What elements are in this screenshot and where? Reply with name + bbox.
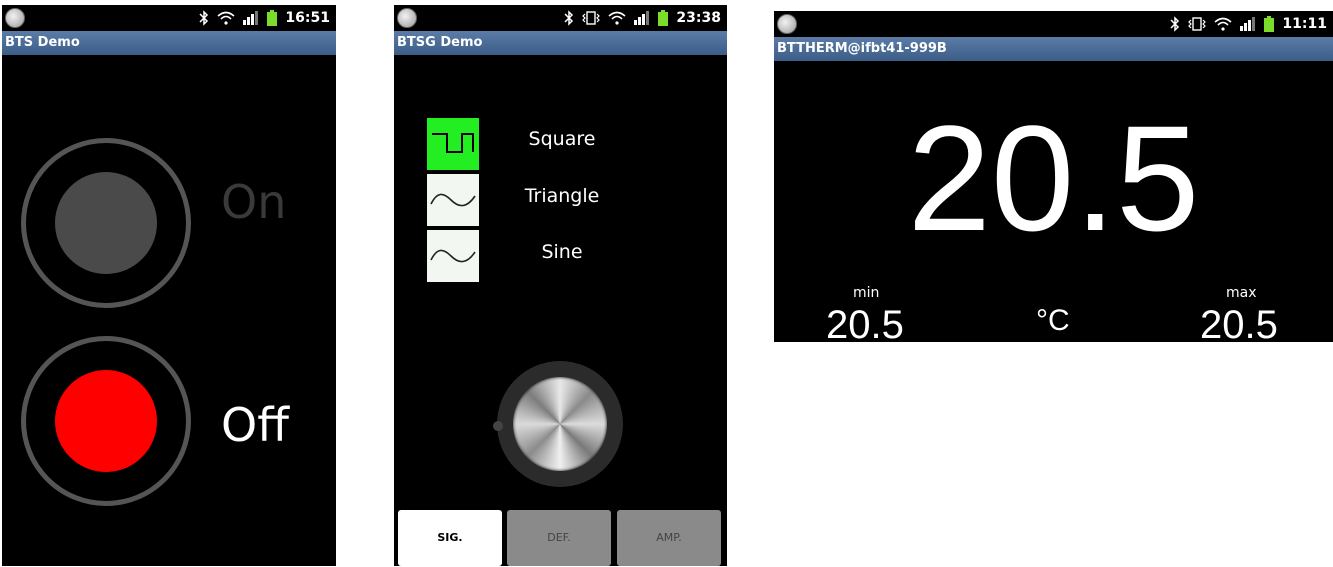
status-bar: 11:11 — [774, 11, 1333, 37]
knob-icon — [513, 377, 607, 471]
tab-sig[interactable]: SIG. — [398, 510, 502, 566]
wifi-icon — [608, 11, 626, 25]
unit-label: °C — [1036, 304, 1070, 337]
wifi-icon — [217, 11, 235, 25]
signal-icon — [1240, 17, 1256, 31]
status-time: 11:11 — [1282, 16, 1327, 32]
sine-label: Sine — [541, 241, 583, 263]
status-bar: 23:38 — [394, 5, 727, 31]
frequency-knob[interactable] — [497, 361, 623, 487]
square-wave-button[interactable] — [427, 118, 479, 170]
notification-icon — [777, 14, 797, 34]
notification-icon — [397, 8, 417, 28]
status-bar: 16:51 — [2, 5, 336, 31]
square-wave-icon — [432, 133, 474, 153]
battery-icon — [267, 10, 278, 26]
toggle-on-label: On — [221, 175, 287, 229]
temperature-reading: 20.5 — [907, 94, 1200, 262]
phone-screen-bts-demo: 16:51 BTS Demo On Off — [2, 5, 336, 566]
bluetooth-icon — [564, 10, 574, 26]
wave-icon — [430, 193, 476, 207]
tab-amp[interactable]: AMP. — [617, 510, 721, 566]
max-value: 20.5 — [1200, 303, 1278, 342]
toggle-off-indicator — [55, 370, 157, 472]
battery-icon — [658, 10, 669, 26]
triangle-wave-button[interactable] — [427, 174, 479, 226]
vibrate-icon — [582, 10, 601, 26]
battery-icon — [1264, 16, 1275, 32]
knob-indicator — [493, 421, 503, 431]
triangle-label: Triangle — [524, 185, 600, 207]
max-label: max — [1226, 285, 1257, 301]
toggle-off-label: Off — [221, 398, 289, 452]
toggle-on-indicator — [55, 172, 157, 274]
phone-screen-btthern: 11:11 BTTHERM@ifbt41-999B 20.5 min 20.5 … — [774, 11, 1333, 342]
tab-def[interactable]: DEF. — [507, 510, 611, 566]
bluetooth-icon — [1170, 16, 1180, 32]
vibrate-icon — [1188, 16, 1207, 32]
min-label: min — [853, 285, 880, 301]
app-title: BTS Demo — [2, 31, 336, 55]
phone-screen-btsg-demo: 23:38 BTSG Demo Square Triangle Sine SIG… — [394, 5, 727, 566]
wifi-icon — [1214, 17, 1232, 31]
notification-icon — [5, 8, 25, 28]
sine-wave-button[interactable] — [427, 230, 479, 282]
signal-icon — [634, 11, 650, 25]
min-value: 20.5 — [826, 303, 904, 342]
app-title: BTSG Demo — [394, 31, 727, 55]
status-time: 16:51 — [285, 10, 330, 26]
signal-icon — [243, 11, 259, 25]
square-label: Square — [528, 128, 596, 150]
app-title: BTTHERM@ifbt41-999B — [774, 37, 1333, 61]
status-time: 23:38 — [676, 10, 721, 26]
wave-icon — [430, 249, 476, 263]
bluetooth-icon — [199, 10, 209, 26]
